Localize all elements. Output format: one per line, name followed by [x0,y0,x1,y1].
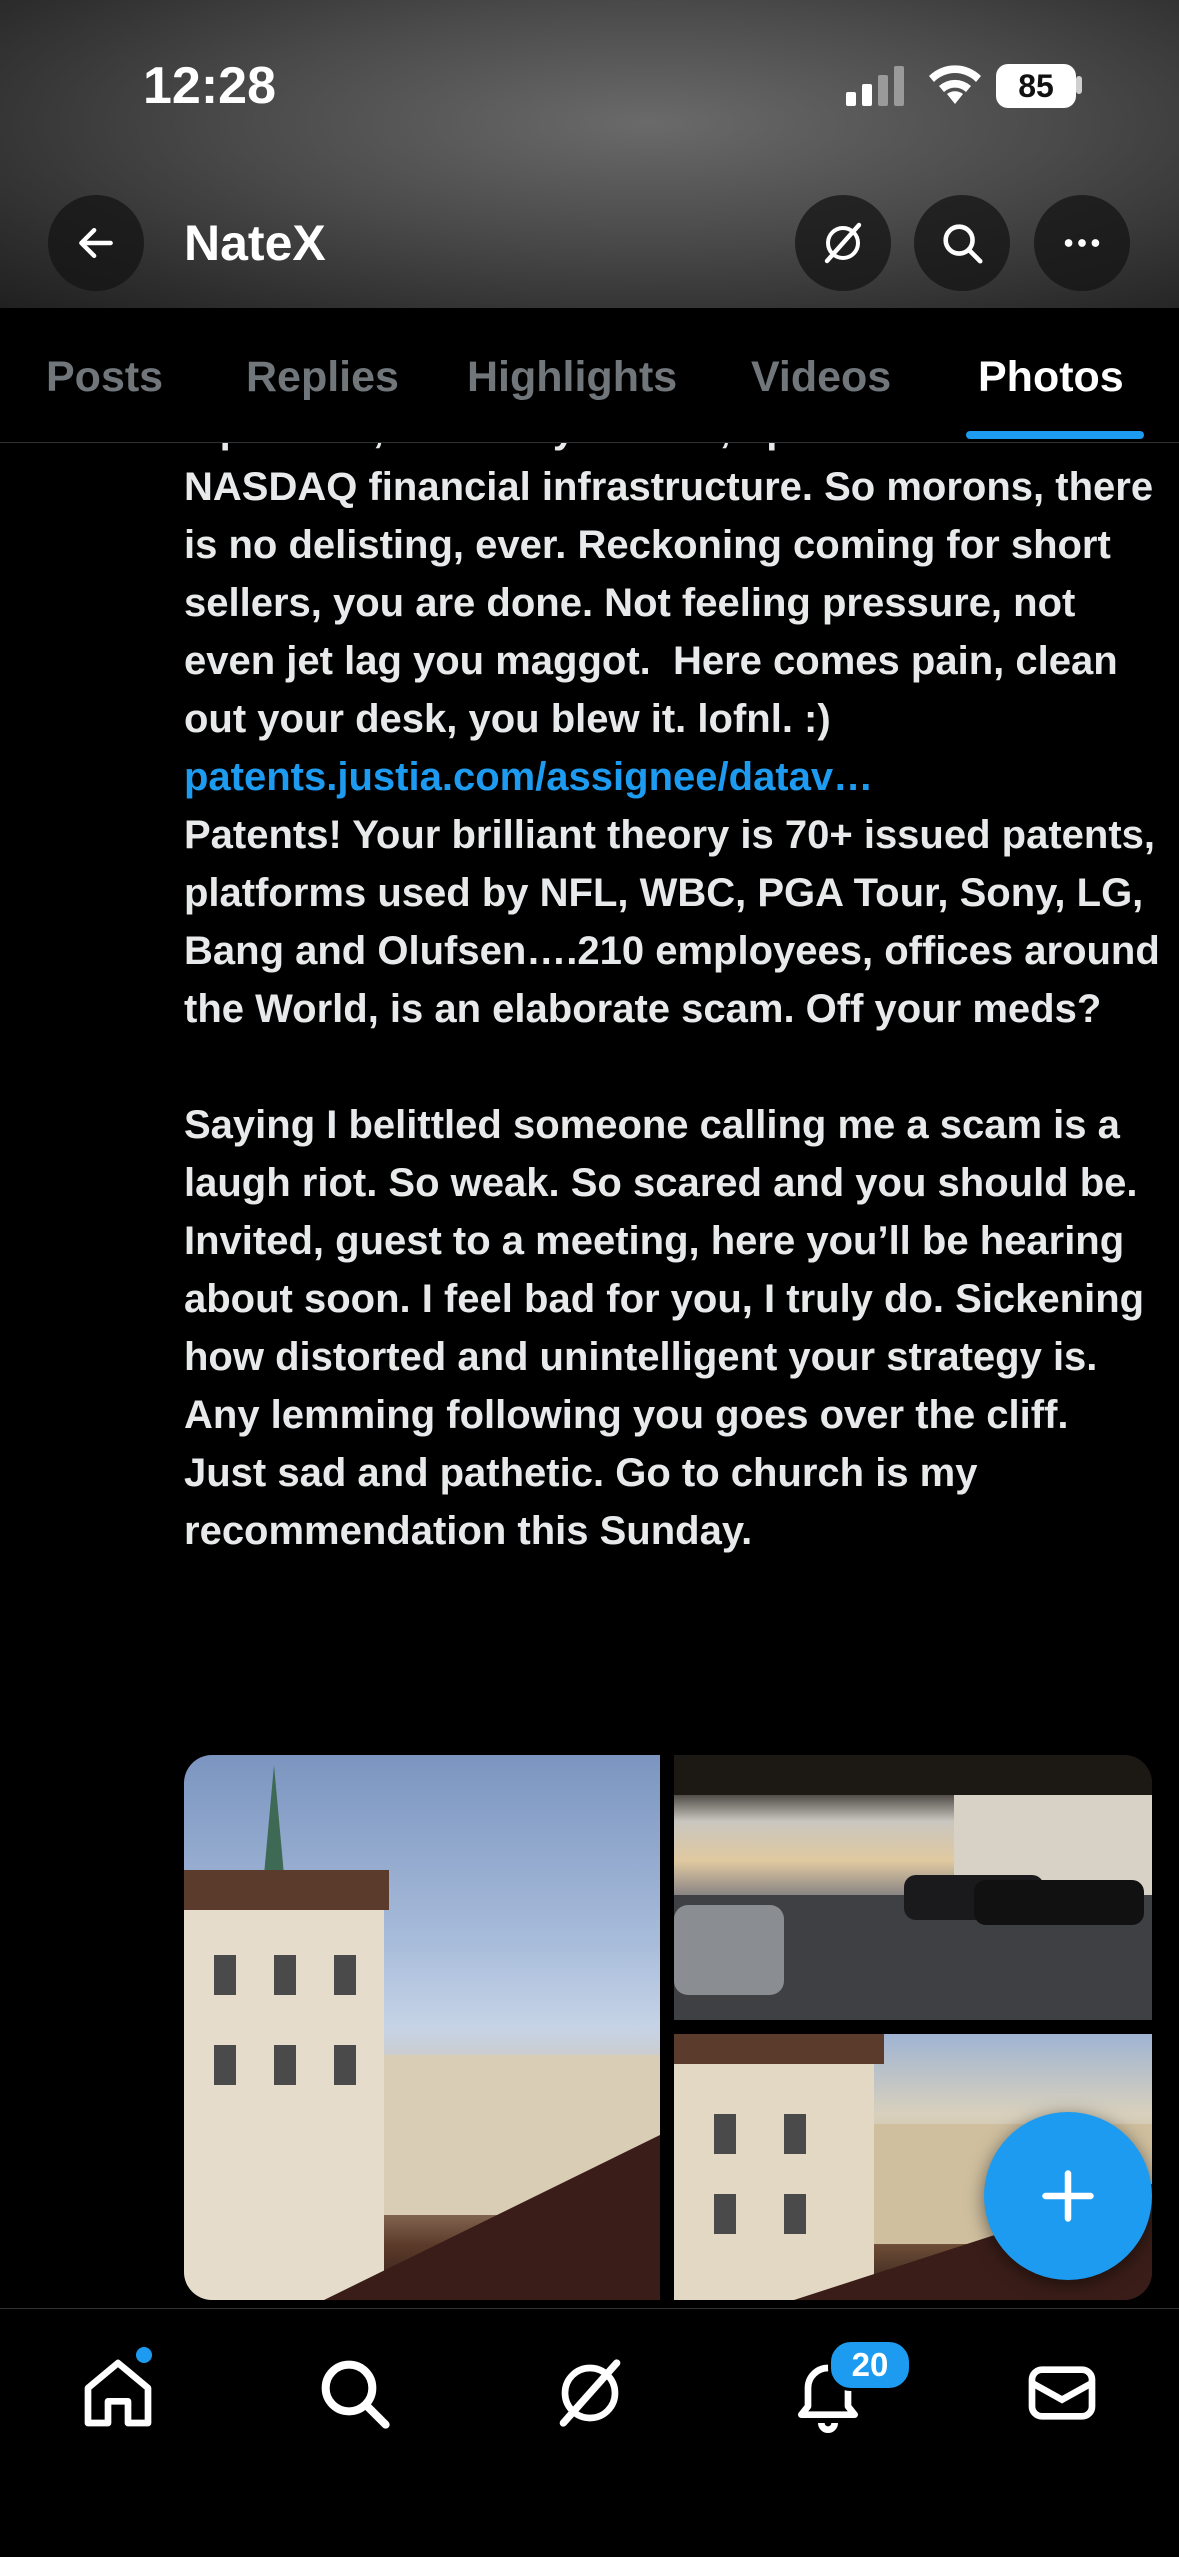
profile-header: 12:28 85 NateX [0,0,1179,308]
post-paragraph-2: Patents! Your brilliant theory is 70+ is… [184,813,1171,1031]
post-cut-line: aquisition, not that you read, operates … [184,442,969,451]
battery-nub [1076,76,1082,94]
post-link[interactable]: patents.justia.com/assignee/datav… [184,755,873,799]
post-paragraph-1: NASDAQ financial infrastructure. So moro… [184,465,1165,741]
home-icon[interactable] [78,2353,158,2433]
search-icon[interactable] [314,2353,394,2433]
notifications-badge: 20 [828,2339,912,2391]
tab-highlights[interactable]: Highlights [467,353,677,402]
arrow-left-icon [79,227,113,259]
tab-videos[interactable]: Videos [751,353,891,402]
search-icon [943,224,983,264]
grok-icon [824,222,862,264]
grok-icon[interactable] [550,2353,630,2433]
photo-hotel-tower[interactable] [184,1755,660,2300]
active-tab-indicator [966,431,1144,439]
back-button[interactable] [48,195,144,291]
tab-posts[interactable]: Posts [46,353,163,402]
grok-button[interactable] [795,195,891,291]
terrace-illustration [674,1755,1152,2020]
page-title: NateX [184,215,326,271]
post-text: aquisition, not that you read, operates … [184,442,1164,1560]
tower-illustration [184,1765,660,2300]
plus-icon [1042,2170,1094,2222]
home-unread-dot [136,2347,152,2363]
post-paragraph-3: Saying I belittled someone calling me a … [184,1103,1160,1553]
search-button[interactable] [914,195,1010,291]
more-options-button[interactable] [1034,195,1130,291]
tab-replies[interactable]: Replies [246,353,399,402]
profile-tabs: Posts Replies Highlights Videos Photos [0,308,1179,443]
cellular-signal-icon [846,66,904,106]
compose-button[interactable] [984,2112,1152,2280]
wifi-icon [929,65,981,104]
battery-level: 85 [996,64,1076,108]
status-time: 12:28 [143,57,276,115]
bottom-navigation: 20 [0,2308,1179,2557]
messages-icon[interactable] [1022,2353,1102,2433]
tab-photos[interactable]: Photos [978,353,1124,402]
photo-terrace-cars[interactable] [674,1755,1152,2020]
more-horizontal-icon [1064,239,1100,247]
